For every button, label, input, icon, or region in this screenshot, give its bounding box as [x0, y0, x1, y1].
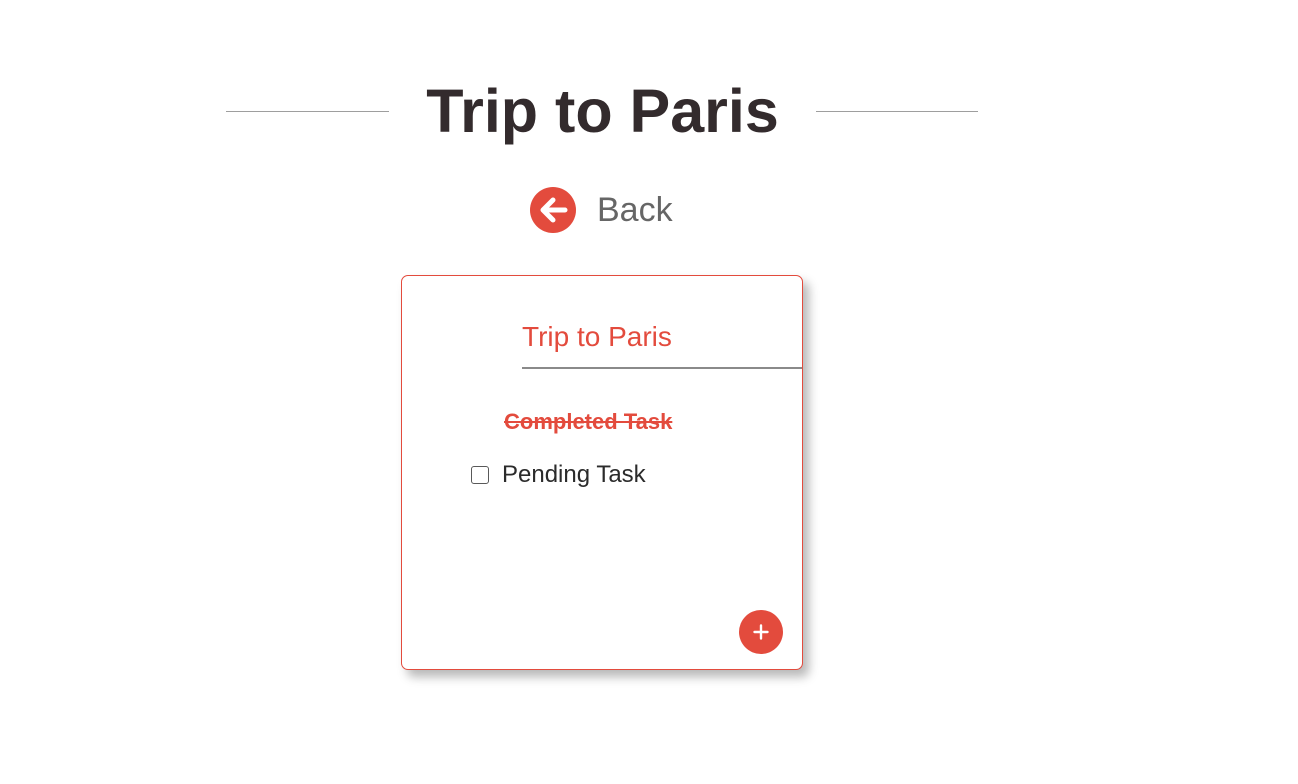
add-task-button[interactable] — [739, 610, 783, 654]
task-label: Pending Task — [502, 461, 646, 488]
plus-icon — [753, 624, 769, 640]
task-item-completed[interactable]: Completed Task — [504, 409, 672, 435]
list-card: Completed Task Pending Task — [401, 275, 803, 670]
back-button[interactable]: Back — [529, 186, 673, 234]
arrow-left-circle-icon[interactable] — [529, 186, 577, 234]
page-title: Trip to Paris — [426, 77, 779, 145]
task-checkbox[interactable] — [471, 466, 489, 484]
title-divider-left — [226, 111, 389, 112]
task-item-pending[interactable]: Pending Task — [471, 461, 646, 489]
list-title-input[interactable] — [522, 306, 802, 369]
title-divider-right — [816, 111, 978, 112]
back-label[interactable]: Back — [597, 186, 673, 234]
